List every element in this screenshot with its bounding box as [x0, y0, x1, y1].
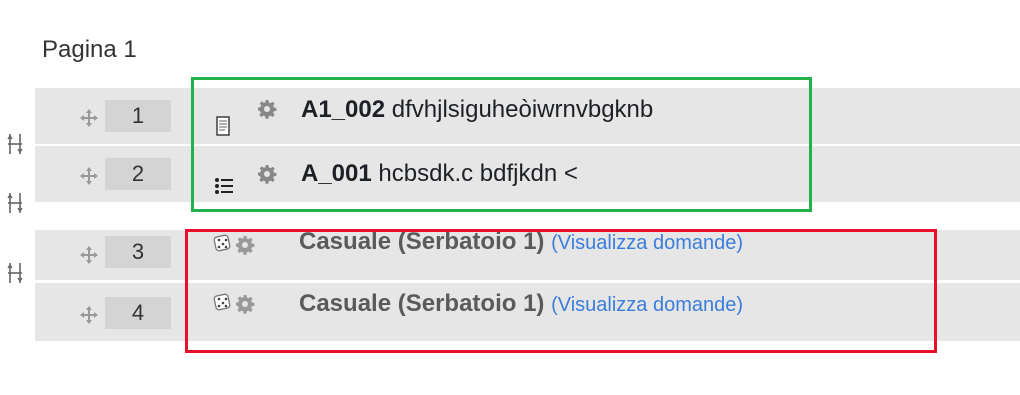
question-number: 4 [105, 297, 171, 329]
question-number: 3 [105, 236, 171, 268]
move-icon[interactable] [79, 166, 99, 186]
page-break-icon[interactable] [7, 192, 23, 214]
page-break-icon[interactable] [7, 262, 23, 284]
move-icon[interactable] [79, 245, 99, 265]
move-icon[interactable] [79, 305, 99, 325]
page-title: Pagina 1 [42, 36, 137, 63]
page-break-icon[interactable] [7, 133, 23, 155]
red-highlight-box [185, 229, 937, 353]
move-icon[interactable] [79, 108, 99, 128]
question-number: 1 [105, 100, 171, 132]
green-highlight-box [191, 77, 812, 212]
question-number: 2 [105, 158, 171, 190]
